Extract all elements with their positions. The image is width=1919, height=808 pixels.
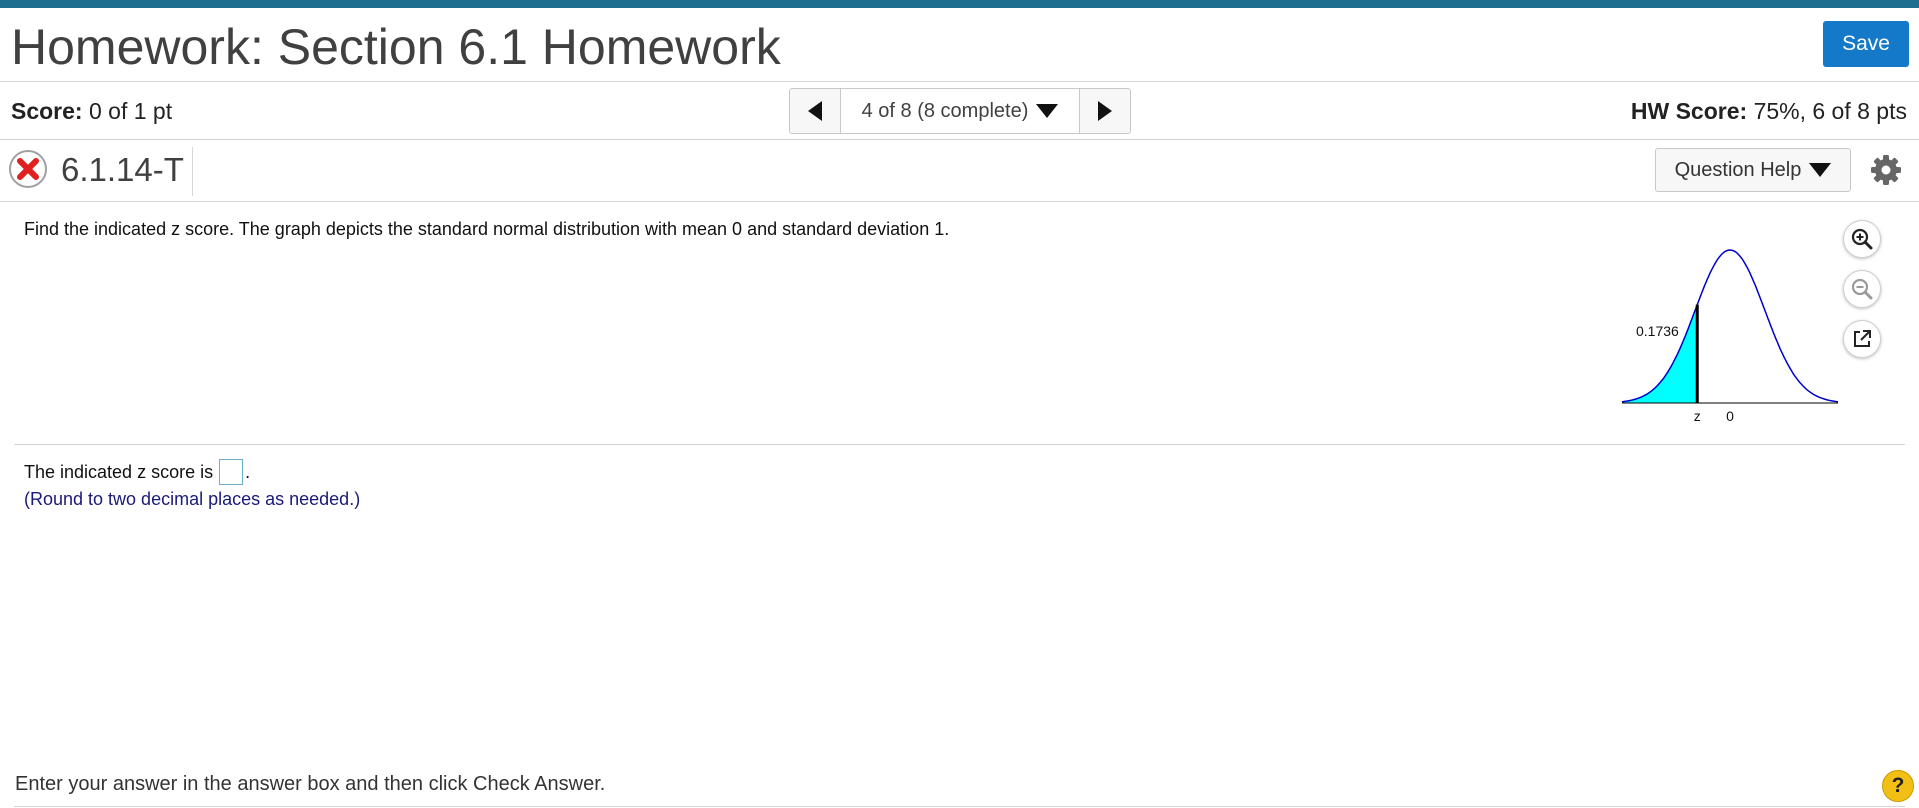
triangle-left-icon	[808, 101, 822, 121]
help-icon[interactable]: ?	[1882, 770, 1914, 802]
title-bar: Homework: Section 6.1 Homework Save	[0, 8, 1919, 82]
homework-score: HW Score: 75%, 6 of 8 pts	[1631, 98, 1907, 125]
chevron-down-icon	[1036, 104, 1059, 118]
score-value: 0 of 1 pt	[88, 98, 173, 124]
question-id: 6.1.14-T	[61, 151, 184, 188]
triangle-right-icon	[1098, 101, 1112, 121]
popout-icon	[1854, 330, 1871, 347]
answer-statement: The indicated z score is .	[24, 459, 250, 485]
mean-tick-label: 0	[1726, 408, 1734, 424]
question-prompt: Find the indicated z score. The graph de…	[24, 219, 950, 239]
page-title: Homework: Section 6.1 Homework	[11, 19, 781, 75]
score-bar: Score: 0 of 1 pt 4 of 8 (8 complete) HW …	[0, 82, 1919, 140]
rounding-instruction: (Round to two decimal places as needed.)	[24, 489, 361, 509]
chevron-down-icon	[1809, 163, 1832, 177]
save-button[interactable]: Save	[1823, 21, 1909, 67]
zoom-in-icon	[1851, 228, 1873, 250]
previous-question-button[interactable]	[790, 89, 841, 133]
shaded-area-label: 0.1736	[1636, 323, 1679, 339]
question-help-label: Question Help	[1674, 158, 1802, 181]
zoom-out-icon	[1851, 278, 1873, 300]
question-position: 4 of 8 (8 complete)	[861, 99, 1029, 122]
red-x-icon	[17, 158, 39, 180]
hw-score-value: 75%, 6 of 8 pts	[1753, 98, 1907, 124]
zoom-in-button[interactable]	[1843, 220, 1881, 258]
answer-prefix: The indicated z score is	[24, 461, 214, 482]
incorrect-status-icon	[9, 150, 47, 188]
question-header: 6.1.14-T Question Help	[0, 140, 1919, 202]
question-navigator: 4 of 8 (8 complete)	[789, 88, 1131, 134]
top-accent-stripe	[0, 0, 1919, 8]
question-help-button[interactable]: Question Help	[1655, 148, 1851, 192]
popout-button[interactable]	[1843, 320, 1881, 358]
z-tick-label: z	[1694, 408, 1701, 424]
shaded-left-tail	[1622, 304, 1698, 403]
z-score-answer-input[interactable]	[219, 459, 244, 485]
answer-suffix: .	[245, 461, 251, 482]
hw-score-label: HW Score:	[1630, 98, 1748, 124]
next-question-button[interactable]	[1079, 89, 1130, 133]
score-label: Score:	[11, 98, 83, 124]
question-select-dropdown[interactable]: 4 of 8 (8 complete)	[841, 89, 1079, 133]
gear-icon[interactable]	[1870, 154, 1902, 186]
footer-rule	[14, 806, 1905, 807]
question-score: Score: 0 of 1 pt	[11, 98, 172, 125]
footer-instruction: Enter your answer in the answer box and …	[15, 773, 606, 795]
header-divider	[192, 147, 193, 196]
normal-distribution-graph: 0.1736 z 0	[1621, 249, 1839, 424]
section-divider	[14, 444, 1905, 445]
zoom-out-button[interactable]	[1843, 270, 1881, 308]
